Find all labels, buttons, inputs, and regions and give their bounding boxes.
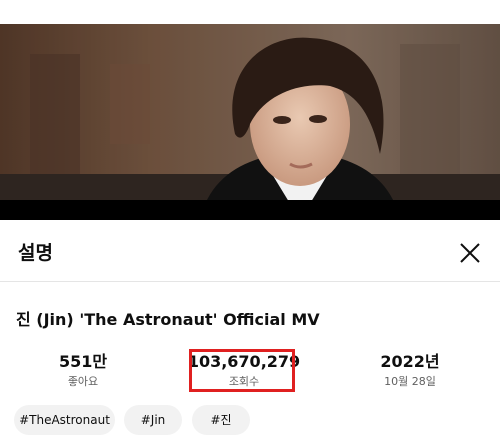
upload-day: 10월 28일 (384, 375, 436, 388)
likes-stat: 551만 좋아요 (23, 352, 143, 390)
likes-count: 551만 (58, 352, 108, 371)
panel-title: 설명 (18, 242, 53, 264)
likes-label: 좋아요 (67, 375, 99, 388)
upload-year: 2022년 (380, 352, 440, 371)
status-bar-area (0, 0, 500, 24)
upload-date-stat: 2022년 10월 28일 (350, 352, 470, 390)
video-thumbnail (0, 24, 500, 220)
hashtag-chip[interactable]: #TheAstronaut (14, 405, 115, 435)
hashtag-chip[interactable]: #Jin (124, 405, 182, 435)
video-player[interactable] (0, 24, 500, 220)
video-title: 진 (Jin) 'The Astronaut' Official MV (16, 310, 320, 329)
hashtag-chip[interactable]: #진 (192, 405, 250, 435)
close-icon (460, 243, 480, 263)
close-button[interactable] (455, 238, 485, 268)
description-header: 설명 (0, 220, 500, 282)
views-highlight-box (189, 349, 295, 392)
